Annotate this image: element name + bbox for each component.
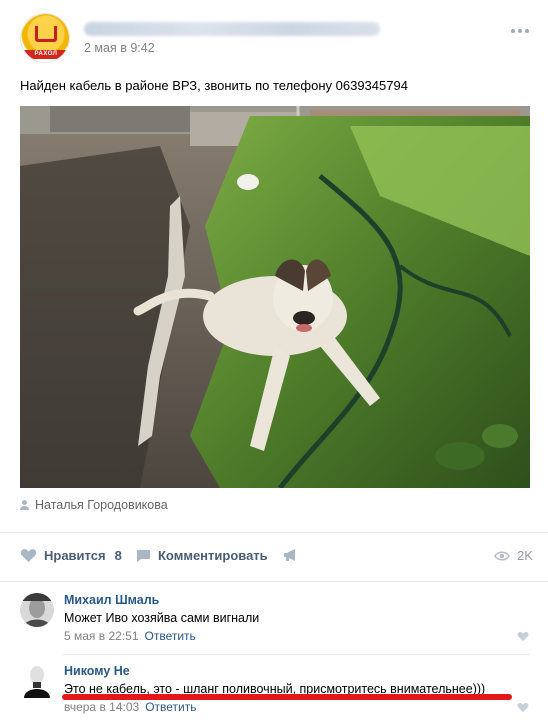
- reply-link[interactable]: Ответить: [145, 629, 196, 643]
- person-icon: [20, 500, 29, 510]
- divider: [0, 581, 548, 582]
- photo-author[interactable]: Наталья Городовикова: [20, 498, 168, 512]
- views-count: 2K: [517, 548, 533, 563]
- group-avatar[interactable]: РАХОЛ: [20, 13, 70, 63]
- share-button[interactable]: [283, 548, 299, 562]
- avatar-silhouette: [20, 664, 54, 698]
- red-highlight-underline: [62, 694, 512, 700]
- cart-icon: [35, 26, 57, 42]
- commenter-avatar[interactable]: [20, 593, 54, 627]
- like-button[interactable]: Нравится 8: [20, 548, 122, 563]
- comment-icon: [137, 549, 150, 562]
- comment-author[interactable]: Михаил Шмаль: [64, 593, 159, 607]
- comment-label: Комментировать: [158, 548, 268, 563]
- post-date[interactable]: 2 мая в 9:42: [84, 41, 155, 55]
- post-actions: Нравится 8 Комментировать 2K: [0, 540, 548, 574]
- comment-author[interactable]: Никому Не: [64, 664, 130, 678]
- post-header: РАХОЛ 2 мая в 9:42: [0, 0, 548, 70]
- reply-link[interactable]: Ответить: [145, 700, 196, 714]
- comment-meta: 5 мая в 22:51 Ответить: [64, 629, 196, 643]
- like-count: 8: [114, 548, 122, 563]
- avatar-photo: [20, 593, 54, 627]
- post-photo[interactable]: [20, 106, 530, 488]
- avatar-logo-banner: РАХОЛ: [24, 50, 68, 59]
- divider: [0, 532, 548, 533]
- comment-heart-icon[interactable]: [517, 631, 529, 642]
- post-text: Найден кабель в районе ВРЗ, звонить по т…: [20, 78, 408, 93]
- more-options-icon[interactable]: [511, 27, 531, 35]
- megaphone-icon: [284, 549, 295, 561]
- comment-text: Может Иво хозяйва сами вигнали: [64, 611, 260, 625]
- comment-heart-icon[interactable]: [517, 702, 529, 713]
- eye-icon: [494, 551, 510, 560]
- comment-time[interactable]: 5 мая в 22:51: [64, 629, 139, 643]
- commenter-avatar[interactable]: [20, 664, 54, 698]
- comment-meta: вчера в 14:03 Ответить: [64, 700, 196, 714]
- heart-icon: [20, 549, 37, 562]
- comment-button[interactable]: Комментировать: [136, 548, 268, 563]
- comment-separator: [63, 654, 530, 655]
- like-label: Нравится: [44, 548, 106, 563]
- dog-photo-illustration: [20, 106, 530, 488]
- author-name: Наталья Городовикова: [35, 498, 168, 512]
- views-counter: 2K: [494, 548, 533, 563]
- comment-time[interactable]: вчера в 14:03: [64, 700, 139, 714]
- group-name-blurred[interactable]: [84, 22, 380, 36]
